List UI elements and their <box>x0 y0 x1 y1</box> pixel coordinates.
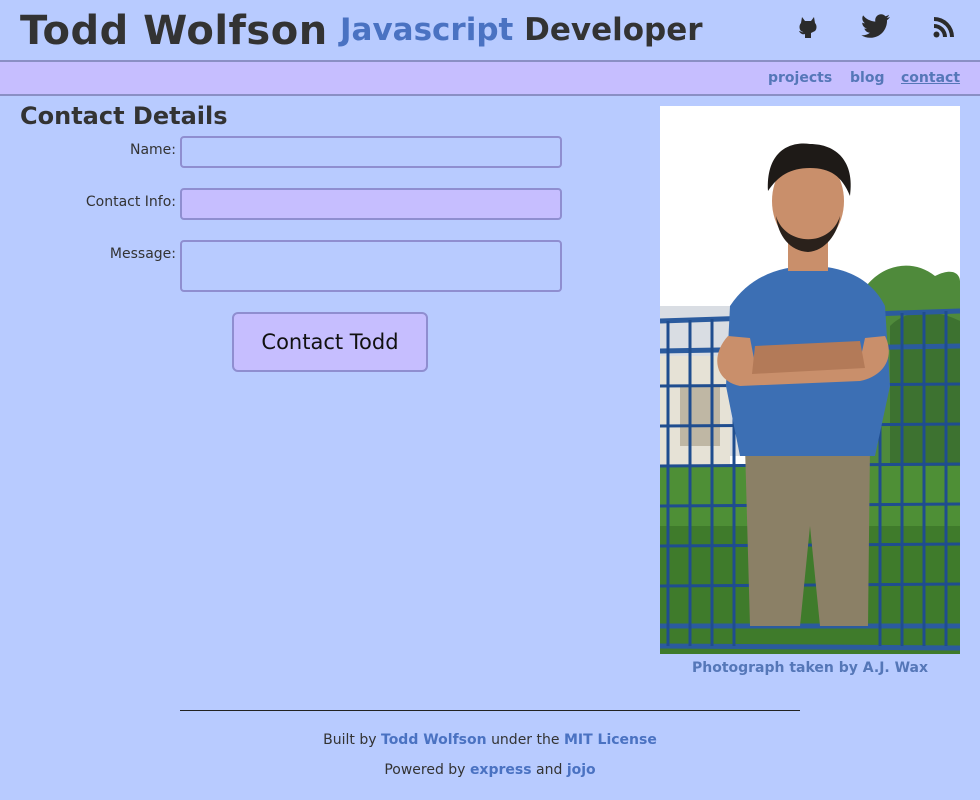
contact-title: Contact Details <box>20 102 228 130</box>
contact-info-label: Contact Info: <box>85 194 176 210</box>
contact-submit-button[interactable]: Contact Todd <box>232 312 428 372</box>
github-icon <box>799 17 817 38</box>
site-title[interactable]: Todd Wolfson <box>20 8 328 54</box>
footer-license-link[interactable]: MIT License <box>564 732 657 748</box>
message-field[interactable] <box>180 240 562 292</box>
footer-powered-prefix: Powered by <box>384 762 466 778</box>
photo-caption[interactable]: Photograph taken by A.J. Wax <box>660 660 960 676</box>
footer-built-by: Built by Todd Wolfson under the MIT Lice… <box>0 732 980 748</box>
site-header: Todd Wolfson Javascript Developer <box>0 0 980 61</box>
footer-built-prefix: Built by <box>323 732 377 748</box>
nav-contact[interactable]: contact <box>901 70 960 86</box>
github-link[interactable] <box>793 12 823 42</box>
footer-jojo-link[interactable]: jojo <box>567 762 596 778</box>
nav-bar: projects blog contact <box>0 60 980 96</box>
profile-photo <box>660 106 960 654</box>
twitter-icon <box>861 14 890 38</box>
rss-icon <box>933 17 954 38</box>
nav-blog[interactable]: blog <box>850 70 884 86</box>
name-label: Name: <box>129 142 176 158</box>
footer-express-link[interactable]: express <box>470 762 532 778</box>
footer-powered-by: Powered by express and jojo <box>0 762 980 778</box>
site-tagline: Javascript Developer <box>340 12 703 48</box>
twitter-link[interactable] <box>861 12 891 42</box>
name-field[interactable] <box>180 136 562 168</box>
footer-author-link[interactable]: Todd Wolfson <box>381 732 487 748</box>
message-label: Message: <box>109 246 176 262</box>
footer-divider <box>180 710 800 711</box>
nav-projects[interactable]: projects <box>768 70 832 86</box>
footer-powered-and: and <box>536 762 563 778</box>
rss-link[interactable] <box>929 12 959 42</box>
tagline-rest: Developer <box>524 12 703 48</box>
tagline-accent: Javascript <box>340 12 514 48</box>
contact-info-field[interactable] <box>180 188 562 220</box>
footer-built-middle: under the <box>491 732 560 748</box>
